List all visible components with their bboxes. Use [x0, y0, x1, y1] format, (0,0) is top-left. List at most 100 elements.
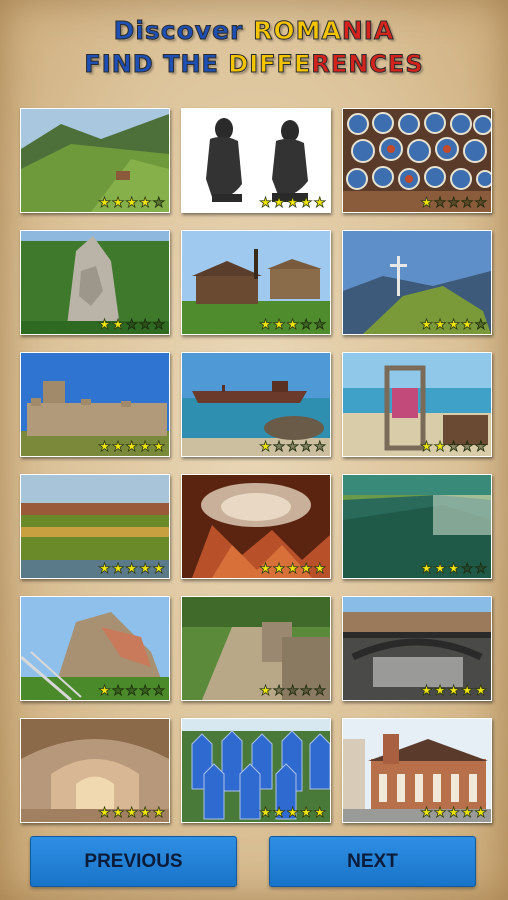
star-rating: ★ ★ ★ ★ ★	[259, 805, 327, 821]
star-filled-icon: ★	[272, 561, 286, 577]
star-filled-icon: ★	[474, 805, 487, 821]
star-filled-icon: ★	[460, 805, 474, 821]
star-filled-icon: ★	[433, 439, 447, 455]
star-filled-icon: ★	[259, 317, 272, 333]
level-tile-2[interactable]: ★ ★ ★ ★ ★	[181, 108, 331, 213]
previous-button[interactable]: PREVIOUS	[30, 836, 237, 887]
star-rating: ★ ★ ★ ★ ★	[420, 683, 488, 699]
title-segment: DIFFE	[228, 50, 312, 78]
star-filled-icon: ★	[272, 195, 286, 211]
star-filled-icon: ★	[299, 195, 313, 211]
star-filled-icon: ★	[272, 317, 286, 333]
title-segment: Discover	[113, 16, 254, 45]
title-segment: ROMA	[253, 16, 342, 45]
next-button[interactable]: NEXT	[269, 836, 476, 887]
star-rating: ★ ★ ★ ★ ★	[420, 439, 488, 455]
star-rating: ★ ★ ★ ★ ★	[420, 561, 488, 577]
star-empty-icon: ★	[111, 683, 125, 699]
star-filled-icon: ★	[259, 439, 272, 455]
star-filled-icon: ★	[98, 195, 111, 211]
level-tile-8[interactable]: ★ ★ ★ ★ ★	[181, 352, 331, 457]
star-filled-icon: ★	[420, 561, 433, 577]
star-empty-icon: ★	[152, 317, 165, 333]
level-tile-13[interactable]: ★ ★ ★ ★ ★	[20, 596, 170, 701]
star-empty-icon: ★	[460, 195, 474, 211]
star-filled-icon: ★	[138, 805, 152, 821]
star-rating: ★ ★ ★ ★ ★	[98, 195, 166, 211]
star-rating: ★ ★ ★ ★ ★	[98, 683, 166, 699]
star-filled-icon: ★	[152, 805, 165, 821]
star-filled-icon: ★	[433, 317, 447, 333]
level-tile-1[interactable]: ★ ★ ★ ★ ★	[20, 108, 170, 213]
level-tile-7[interactable]: ★ ★ ★ ★ ★	[20, 352, 170, 457]
star-empty-icon: ★	[474, 195, 487, 211]
star-rating: ★ ★ ★ ★ ★	[98, 561, 166, 577]
level-tile-12[interactable]: ★ ★ ★ ★ ★	[342, 474, 492, 579]
star-filled-icon: ★	[299, 561, 313, 577]
star-empty-icon: ★	[313, 683, 326, 699]
star-filled-icon: ★	[447, 317, 460, 333]
level-tile-15[interactable]: ★ ★ ★ ★ ★	[342, 596, 492, 701]
title-segment: NIA	[341, 16, 395, 45]
level-tile-3[interactable]: ★ ★ ★ ★ ★	[342, 108, 492, 213]
star-rating: ★ ★ ★ ★ ★	[420, 805, 488, 821]
star-filled-icon: ★	[420, 439, 433, 455]
level-tile-11[interactable]: ★ ★ ★ ★ ★	[181, 474, 331, 579]
star-filled-icon: ★	[152, 561, 165, 577]
star-filled-icon: ★	[125, 805, 138, 821]
star-filled-icon: ★	[433, 561, 447, 577]
star-filled-icon: ★	[138, 561, 152, 577]
star-empty-icon: ★	[447, 195, 460, 211]
star-filled-icon: ★	[420, 195, 433, 211]
star-filled-icon: ★	[259, 195, 272, 211]
star-empty-icon: ★	[313, 317, 326, 333]
level-tile-6[interactable]: ★ ★ ★ ★ ★	[342, 230, 492, 335]
star-filled-icon: ★	[313, 195, 326, 211]
star-filled-icon: ★	[286, 317, 299, 333]
star-empty-icon: ★	[299, 317, 313, 333]
star-rating: ★ ★ ★ ★ ★	[420, 195, 488, 211]
star-empty-icon: ★	[447, 439, 460, 455]
level-grid: ★ ★ ★ ★ ★ ★ ★ ★ ★ ★ ★ ★ ★ ★ ★ ★ ★ ★ ★ ★ …	[20, 108, 492, 823]
star-empty-icon: ★	[286, 439, 299, 455]
star-filled-icon: ★	[125, 195, 138, 211]
star-filled-icon: ★	[313, 805, 326, 821]
star-rating: ★ ★ ★ ★ ★	[259, 683, 327, 699]
star-empty-icon: ★	[152, 195, 165, 211]
star-rating: ★ ★ ★ ★ ★	[420, 317, 488, 333]
level-tile-5[interactable]: ★ ★ ★ ★ ★	[181, 230, 331, 335]
star-filled-icon: ★	[313, 561, 326, 577]
star-filled-icon: ★	[125, 561, 138, 577]
star-filled-icon: ★	[98, 561, 111, 577]
star-rating: ★ ★ ★ ★ ★	[259, 195, 327, 211]
star-filled-icon: ★	[447, 683, 460, 699]
level-tile-4[interactable]: ★ ★ ★ ★ ★	[20, 230, 170, 335]
star-filled-icon: ★	[474, 683, 487, 699]
level-tile-9[interactable]: ★ ★ ★ ★ ★	[342, 352, 492, 457]
star-filled-icon: ★	[420, 805, 433, 821]
level-tile-10[interactable]: ★ ★ ★ ★ ★	[20, 474, 170, 579]
star-filled-icon: ★	[433, 805, 447, 821]
star-empty-icon: ★	[272, 439, 286, 455]
title-segment: FIND THE	[84, 50, 229, 78]
star-filled-icon: ★	[98, 439, 111, 455]
level-tile-18[interactable]: ★ ★ ★ ★ ★	[342, 718, 492, 823]
title-segment: RENCES	[311, 50, 424, 78]
star-rating: ★ ★ ★ ★ ★	[259, 439, 327, 455]
star-empty-icon: ★	[313, 439, 326, 455]
star-empty-icon: ★	[138, 317, 152, 333]
star-empty-icon: ★	[299, 439, 313, 455]
level-tile-16[interactable]: ★ ★ ★ ★ ★	[20, 718, 170, 823]
star-empty-icon: ★	[152, 683, 165, 699]
level-tile-14[interactable]: ★ ★ ★ ★ ★	[181, 596, 331, 701]
star-empty-icon: ★	[474, 439, 487, 455]
star-filled-icon: ★	[299, 805, 313, 821]
level-tile-17[interactable]: ★ ★ ★ ★ ★	[181, 718, 331, 823]
star-empty-icon: ★	[474, 561, 487, 577]
star-empty-icon: ★	[433, 195, 447, 211]
star-filled-icon: ★	[286, 195, 299, 211]
star-empty-icon: ★	[474, 317, 487, 333]
star-empty-icon: ★	[299, 683, 313, 699]
star-empty-icon: ★	[125, 683, 138, 699]
star-filled-icon: ★	[272, 805, 286, 821]
